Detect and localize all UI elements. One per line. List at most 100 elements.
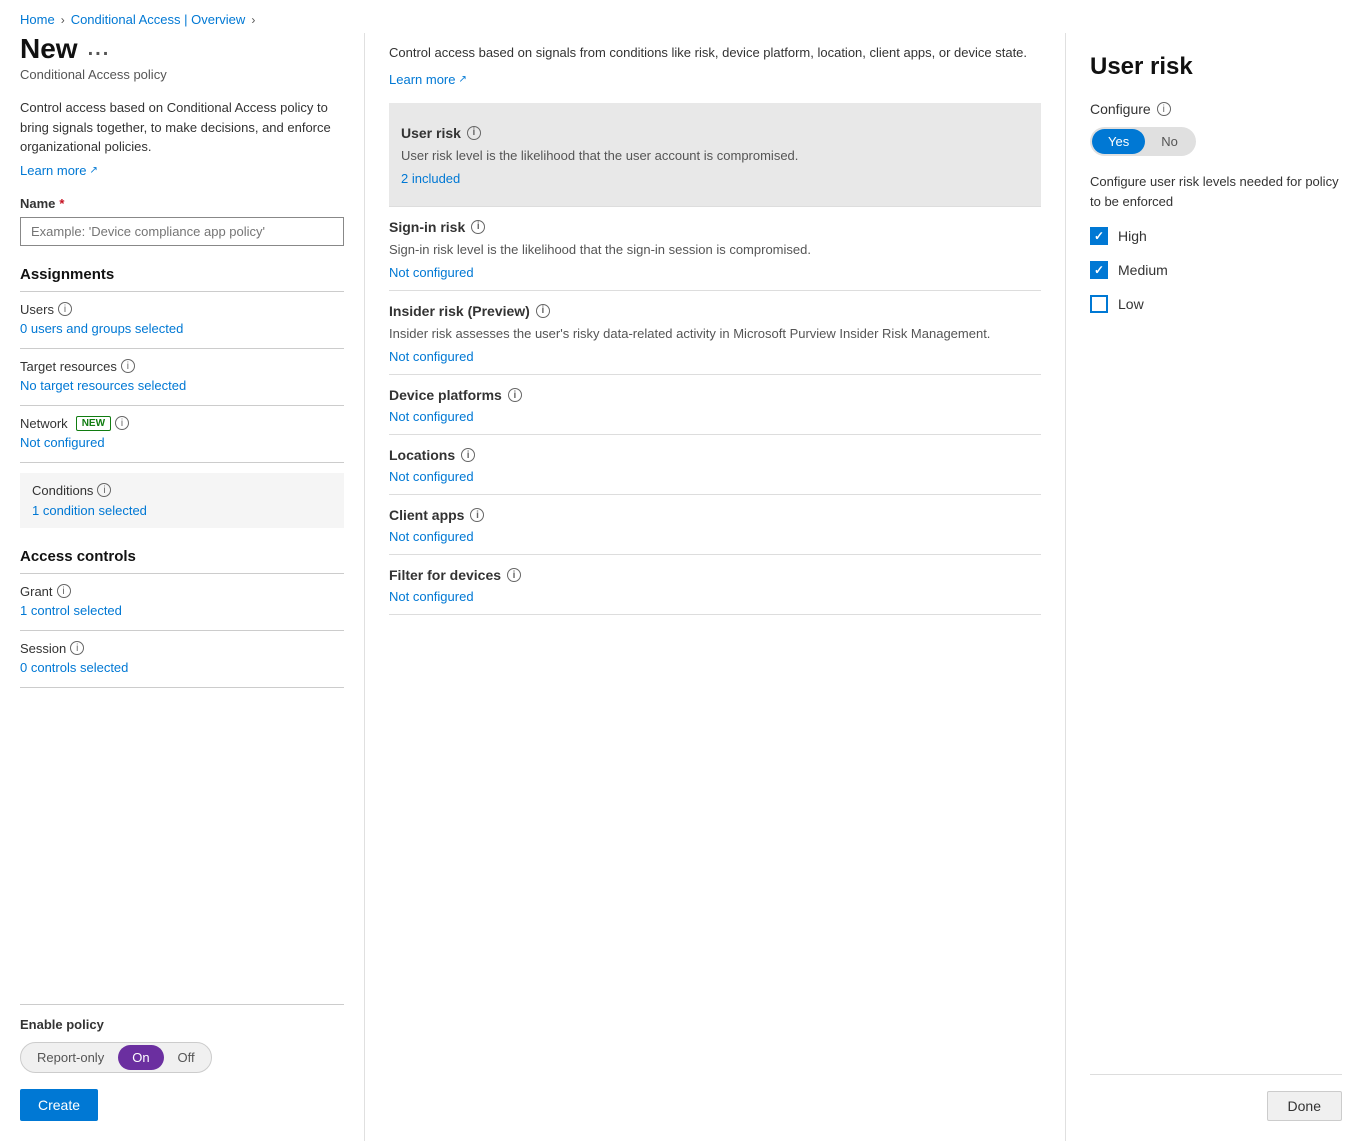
- target-resources-value[interactable]: No target resources selected: [20, 378, 344, 401]
- external-link-icon-middle: ↗: [458, 74, 466, 85]
- enable-policy-toggle[interactable]: Report-only On Off: [20, 1042, 212, 1073]
- grant-value[interactable]: 1 control selected: [20, 603, 344, 626]
- user-risk-desc: User risk level is the likelihood that t…: [401, 147, 1029, 165]
- conditions-value[interactable]: 1 condition selected: [32, 503, 147, 518]
- medium-checkbox-row[interactable]: ✓ Medium: [1090, 261, 1342, 279]
- conditions-info-icon: i: [97, 483, 111, 497]
- locations-value[interactable]: Not configured: [389, 469, 1041, 494]
- breadcrumb-overview[interactable]: Conditional Access | Overview: [71, 12, 246, 27]
- report-only-button[interactable]: Report-only: [23, 1045, 118, 1070]
- users-row: Users i 0 users and groups selected: [20, 302, 344, 344]
- locations-section[interactable]: Locations i Not configured: [389, 435, 1041, 494]
- session-value[interactable]: 0 controls selected: [20, 660, 344, 683]
- done-button[interactable]: Done: [1267, 1091, 1342, 1121]
- conditions-label: Conditions: [32, 483, 93, 498]
- enable-policy-section: Enable policy Report-only On Off Create: [20, 1004, 344, 1121]
- user-risk-info-icon: i: [467, 126, 481, 140]
- learn-more-middle-text: Learn more: [389, 72, 455, 87]
- configure-label-text: Configure: [1090, 101, 1151, 117]
- left-panel: New ... Conditional Access policy Contro…: [0, 33, 365, 1141]
- target-info-icon: i: [121, 359, 135, 373]
- learn-more-left-text: Learn more: [20, 163, 86, 178]
- users-value[interactable]: 0 users and groups selected: [20, 321, 344, 344]
- medium-label: Medium: [1118, 262, 1168, 278]
- insider-risk-info-icon: i: [536, 304, 550, 318]
- client-apps-section[interactable]: Client apps i Not configured: [389, 495, 1041, 554]
- more-options-button[interactable]: ...: [88, 38, 111, 61]
- on-button[interactable]: On: [118, 1045, 163, 1070]
- right-panel: User risk Configure i Yes No Configure u…: [1066, 33, 1366, 1141]
- network-info-icon: i: [115, 416, 129, 430]
- required-indicator: *: [59, 196, 64, 211]
- low-checkbox[interactable]: ✓: [1090, 295, 1108, 313]
- high-label: High: [1118, 228, 1147, 244]
- no-button[interactable]: No: [1145, 129, 1194, 154]
- breadcrumb-home[interactable]: Home: [20, 12, 55, 27]
- insider-risk-desc: Insider risk assesses the user's risky d…: [389, 325, 1041, 343]
- enable-policy-label: Enable policy: [20, 1017, 344, 1032]
- insider-risk-section[interactable]: Insider risk (Preview) i Insider risk as…: [389, 291, 1041, 374]
- conditions-section[interactable]: Conditions i 1 condition selected: [20, 473, 344, 528]
- network-row: Network NEW i Not configured: [20, 416, 344, 458]
- insider-risk-title: Insider risk (Preview): [389, 303, 530, 319]
- session-label: Session: [20, 641, 66, 656]
- assignments-section-title: Assignments: [20, 262, 344, 283]
- low-label: Low: [1118, 296, 1144, 312]
- filter-devices-section[interactable]: Filter for devices i Not configured: [389, 555, 1041, 614]
- low-checkbox-row[interactable]: ✓ Low: [1090, 295, 1342, 313]
- grant-row: Grant i 1 control selected: [20, 584, 344, 626]
- users-label: Users: [20, 302, 54, 317]
- users-info-icon: i: [58, 302, 72, 316]
- filter-devices-value[interactable]: Not configured: [389, 589, 1041, 614]
- user-risk-title: User risk: [401, 125, 461, 141]
- locations-title: Locations: [389, 447, 455, 463]
- sign-in-risk-value[interactable]: Not configured: [389, 265, 1041, 290]
- medium-checkbox[interactable]: ✓: [1090, 261, 1108, 279]
- filter-devices-info-icon: i: [507, 568, 521, 582]
- yes-button[interactable]: Yes: [1092, 129, 1145, 154]
- high-checkbox[interactable]: ✓: [1090, 227, 1108, 245]
- middle-description: Control access based on signals from con…: [389, 43, 1041, 63]
- learn-more-left-link[interactable]: Home Learn more ↗: [20, 163, 344, 178]
- new-badge: NEW: [76, 416, 111, 431]
- session-info-icon: i: [70, 641, 84, 655]
- name-input[interactable]: [20, 217, 344, 246]
- breadcrumb: Home › Conditional Access | Overview ›: [0, 0, 1366, 33]
- breadcrumb-sep1: ›: [61, 13, 65, 27]
- user-risk-value[interactable]: 2 included: [401, 171, 1029, 196]
- yes-no-toggle[interactable]: Yes No: [1090, 127, 1196, 156]
- device-platforms-section[interactable]: Device platforms i Not configured: [389, 375, 1041, 434]
- target-resources-row: Target resources i No target resources s…: [20, 359, 344, 401]
- high-checkmark: ✓: [1094, 229, 1104, 243]
- session-row: Session i 0 controls selected: [20, 641, 344, 683]
- done-button-area: Done: [1090, 1074, 1342, 1121]
- name-field-label: Name *: [20, 196, 344, 211]
- device-platforms-value[interactable]: Not configured: [389, 409, 1041, 434]
- sign-in-risk-title: Sign-in risk: [389, 219, 465, 235]
- sign-in-risk-section[interactable]: Sign-in risk i Sign-in risk level is the…: [389, 207, 1041, 290]
- create-button[interactable]: Create: [20, 1089, 98, 1121]
- client-apps-value[interactable]: Not configured: [389, 529, 1041, 554]
- client-apps-info-icon: i: [470, 508, 484, 522]
- network-value[interactable]: Not configured: [20, 435, 344, 458]
- right-panel-title: User risk: [1090, 53, 1342, 81]
- insider-risk-value[interactable]: Not configured: [389, 349, 1041, 374]
- external-link-icon-left: ↗: [89, 165, 97, 176]
- user-risk-section[interactable]: User risk i User risk level is the likel…: [389, 103, 1041, 206]
- configure-description: Configure user risk levels needed for po…: [1090, 172, 1342, 211]
- learn-more-middle-link[interactable]: Learn more ↗: [389, 72, 467, 87]
- page-title-text: New: [20, 33, 78, 65]
- device-platforms-info-icon: i: [508, 388, 522, 402]
- network-label: Network: [20, 416, 68, 431]
- high-checkbox-row[interactable]: ✓ High: [1090, 227, 1342, 245]
- medium-checkmark: ✓: [1094, 263, 1104, 277]
- breadcrumb-sep2: ›: [251, 13, 255, 27]
- middle-panel: Control access based on signals from con…: [365, 33, 1066, 1141]
- filter-devices-title: Filter for devices: [389, 567, 501, 583]
- configure-info-icon: i: [1157, 102, 1171, 116]
- sign-in-risk-desc: Sign-in risk level is the likelihood tha…: [389, 241, 1041, 259]
- off-button[interactable]: Off: [164, 1045, 209, 1070]
- grant-label: Grant: [20, 584, 53, 599]
- client-apps-title: Client apps: [389, 507, 464, 523]
- left-description: Control access based on Conditional Acce…: [20, 98, 344, 157]
